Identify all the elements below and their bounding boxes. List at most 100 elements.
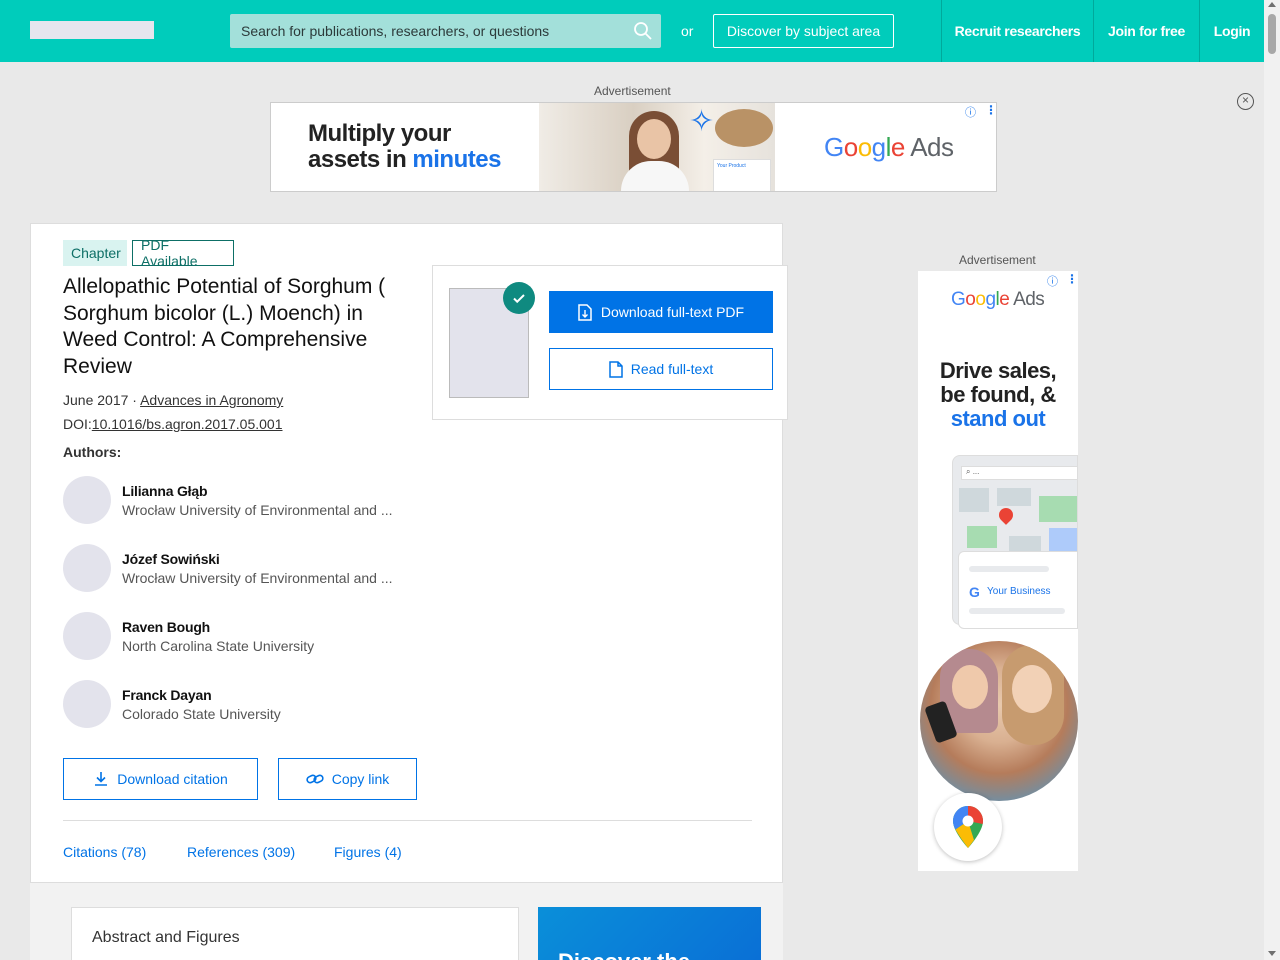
recruit-researchers-link[interactable]: Recruit researchers <box>941 0 1093 62</box>
author-name[interactable]: Józef Sowiński <box>122 551 220 567</box>
top-ad-headline-line2: assets in <box>308 146 413 173</box>
avatar[interactable] <box>63 476 111 524</box>
publication-meta: June 2017 · Advances in Agronomy <box>63 392 283 408</box>
ad-product-card-text: Your Product <box>717 163 746 169</box>
check-icon <box>503 282 535 314</box>
login-link[interactable]: Login <box>1199 0 1264 62</box>
close-ad-icon[interactable]: × <box>1237 93 1254 110</box>
discover-promo-card[interactable]: Discover the <box>538 907 761 960</box>
search-box[interactable] <box>230 14 661 48</box>
download-icon <box>95 772 108 786</box>
author-institution[interactable]: Wrocław University of Environmental and … <box>122 502 393 518</box>
author-item[interactable]: Józef Sowiński Wrocław University of Env… <box>63 544 403 592</box>
document-icon <box>609 360 623 378</box>
top-ad-headline-highlight: minutes <box>412 146 501 173</box>
discover-promo-text: Discover the <box>558 949 690 960</box>
author-institution[interactable]: North Carolina State University <box>122 638 314 654</box>
author-institution[interactable]: Colorado State University <box>122 706 281 722</box>
ad-person-face <box>637 119 671 159</box>
scroll-down-arrow-icon[interactable] <box>1268 951 1276 956</box>
map-search-text: ... <box>972 467 980 476</box>
ad-info-icon[interactable]: ⓘ <box>965 104 976 120</box>
join-for-free-link[interactable]: Join for free <box>1093 0 1199 62</box>
side-ad-headline-line1: Drive sales, <box>939 358 1057 383</box>
business-label: Your Business <box>987 586 1051 597</box>
avatar[interactable] <box>63 612 111 660</box>
side-skyscraper-ad[interactable]: Google Ads ⓘ ⋮ Drive sales, be found, & … <box>918 271 1078 871</box>
pdf-download-icon <box>578 303 592 321</box>
google-ads-logo: Google Ads <box>824 132 954 162</box>
sparkle-icon: ✧ <box>689 105 715 138</box>
top-banner-ad[interactable]: Multiply your assets in minutes ✧ Your P… <box>270 102 997 192</box>
divider <box>63 820 752 821</box>
person1-face <box>952 665 988 709</box>
side-ad-label: Advertisement <box>959 253 1036 267</box>
abstract-title: Abstract and Figures <box>92 929 240 946</box>
map-pin-icon <box>996 505 1016 525</box>
publication-type-badge: Chapter <box>63 240 127 266</box>
top-ad-headline: Multiply your assets in minutes <box>308 121 501 173</box>
top-ad-photo: ✧ Your Product <box>539 103 775 191</box>
person2-face <box>1012 665 1052 713</box>
search-icon[interactable] <box>633 21 653 41</box>
publication-date: June 2017 <box>63 392 129 408</box>
header-nav: Recruit researchers Join for free Login <box>941 0 1264 62</box>
google-ads-brand-word: Ads <box>1013 289 1045 310</box>
map-park <box>967 526 997 548</box>
copy-link-button[interactable]: Copy link <box>278 758 417 800</box>
authors-label: Authors: <box>63 444 122 460</box>
journal-link[interactable]: Advances in Agronomy <box>140 392 283 408</box>
copy-link-label: Copy link <box>331 771 390 787</box>
business-card: G Your Business <box>958 551 1078 629</box>
author-name[interactable]: Franck Dayan <box>122 687 212 703</box>
tab-figures[interactable]: Figures (4) <box>334 844 402 860</box>
top-navigation-bar: or Discover by subject area Recruit rese… <box>0 0 1264 62</box>
tab-citations[interactable]: Citations (78) <box>63 844 146 860</box>
download-fulltext-pdf-button[interactable]: Download full-text PDF <box>549 291 773 333</box>
google-maps-icon <box>934 793 1002 861</box>
author-name[interactable]: Raven Bough <box>122 619 210 635</box>
fulltext-panel: Download full-text PDF Read full-text <box>432 265 788 420</box>
author-item[interactable]: Franck Dayan Colorado State University <box>63 680 403 728</box>
abstract-section: Abstract and Figures <box>71 907 519 960</box>
side-ad-headline-line2: be found, & <box>940 382 1056 407</box>
search-input[interactable] <box>230 14 661 48</box>
author-institution[interactable]: Wrocław University of Environmental and … <box>122 570 393 586</box>
author-name[interactable]: Lilianna Głąb <box>122 483 208 499</box>
scroll-thumb[interactable] <box>1268 14 1276 54</box>
author-item[interactable]: Lilianna Głąb Wrocław University of Envi… <box>63 476 403 524</box>
site-logo[interactable] <box>30 21 154 39</box>
avatar[interactable] <box>63 680 111 728</box>
scroll-up-arrow-icon[interactable] <box>1268 2 1276 7</box>
read-fulltext-button[interactable]: Read full-text <box>549 348 773 390</box>
ad-people-photo <box>920 641 1078 801</box>
ad-menu-icon[interactable]: ⋮ <box>1066 272 1078 286</box>
download-pdf-label: Download full-text PDF <box>600 304 745 320</box>
doi-link[interactable]: 10.1016/bs.agron.2017.05.001 <box>92 416 283 432</box>
download-citation-label: Download citation <box>117 771 228 787</box>
tab-references[interactable]: References (309) <box>187 844 295 860</box>
discover-by-subject-button[interactable]: Discover by subject area <box>713 14 894 48</box>
google-g-icon: G <box>969 584 980 600</box>
side-ad-headline: Drive sales, be found, & stand out <box>935 359 1061 431</box>
meta-separator: · <box>128 392 141 408</box>
pdf-available-badge: PDF Available <box>132 237 234 269</box>
map-search-icon: ⌕ <box>966 467 973 476</box>
placeholder-line <box>969 608 1065 614</box>
google-ads-brand-word: Ads <box>910 132 954 162</box>
map-block <box>959 488 989 512</box>
ad-hat-image <box>715 109 773 147</box>
author-item[interactable]: Raven Bough North Carolina State Univers… <box>63 612 403 660</box>
or-separator: or <box>681 23 694 39</box>
top-ad-headline-line1: Multiply your <box>308 120 451 147</box>
page-scrollbar[interactable] <box>1264 0 1280 960</box>
ad-info-icon[interactable]: ⓘ <box>1047 273 1058 289</box>
map-block <box>997 488 1031 506</box>
side-ad-headline-line3: stand out <box>950 406 1046 431</box>
doi-label: DOI: <box>63 416 92 432</box>
avatar[interactable] <box>63 544 111 592</box>
download-citation-button[interactable]: Download citation <box>63 758 258 800</box>
map-park <box>1039 496 1077 522</box>
ad-menu-icon[interactable]: ⋮ <box>985 103 996 117</box>
placeholder-line <box>969 566 1049 572</box>
